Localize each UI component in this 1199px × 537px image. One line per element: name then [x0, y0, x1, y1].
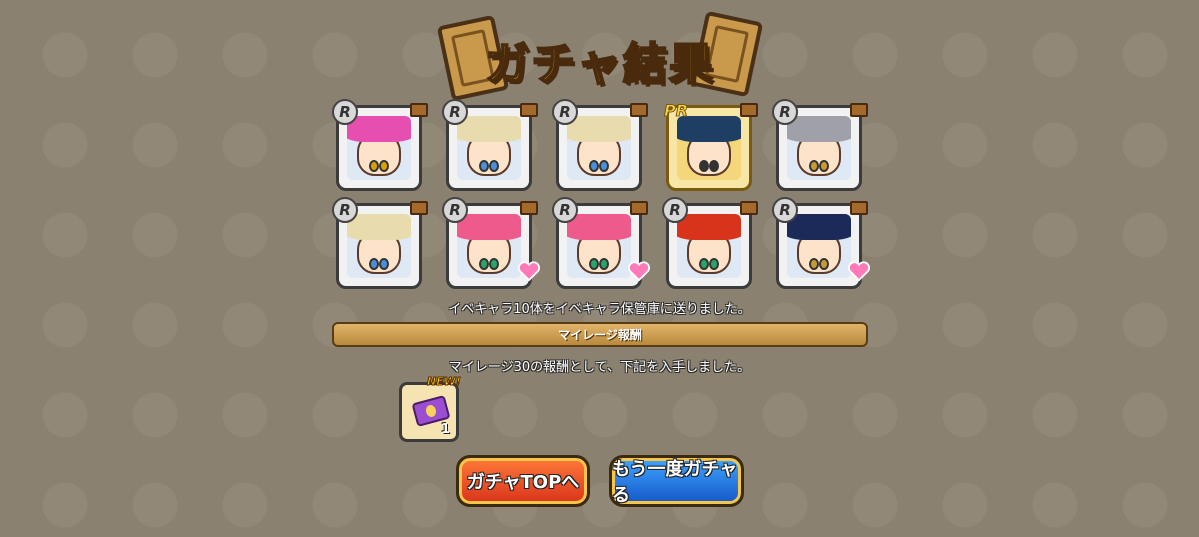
- item-count: 1: [441, 422, 451, 437]
- eye: [479, 160, 489, 172]
- character-portrait: [787, 116, 851, 180]
- eye: [379, 160, 389, 172]
- rarity-badge: R: [772, 99, 798, 125]
- result-card[interactable]: R: [442, 197, 540, 289]
- character-portrait: [787, 214, 851, 278]
- character-portrait: [457, 214, 521, 278]
- eye: [589, 258, 599, 270]
- rarity-badge: R: [442, 197, 468, 223]
- character-portrait: [567, 214, 631, 278]
- hair: [457, 116, 521, 142]
- chest-icon: [630, 201, 648, 215]
- gacha-again-button[interactable]: もう一度ガチャる: [609, 455, 744, 507]
- eye: [809, 160, 819, 172]
- result-card[interactable]: R: [442, 99, 538, 191]
- heart-icon: [628, 261, 650, 281]
- chest-icon: [740, 201, 758, 215]
- heart-icon: [848, 261, 870, 281]
- mileage-reward-band: マイレージ報酬: [332, 322, 868, 347]
- chest-icon: [410, 103, 428, 117]
- hair: [457, 214, 521, 240]
- rarity-badge: PR: [663, 100, 689, 120]
- character-portrait: [677, 116, 741, 180]
- heart-icon: [518, 261, 540, 281]
- gacha-result-title: ガチャ結果: [436, 10, 764, 102]
- result-card[interactable]: R: [552, 99, 648, 191]
- hair: [347, 116, 411, 142]
- eye: [379, 258, 389, 270]
- eye: [479, 258, 489, 270]
- eye: [809, 258, 819, 270]
- eye: [709, 160, 719, 172]
- rarity-badge: R: [332, 197, 358, 223]
- mileage-message: マイレージ30の報酬として、下記を入手しました。: [448, 360, 751, 375]
- character-portrait: [457, 116, 521, 180]
- chest-icon: [410, 201, 428, 215]
- rarity-badge: R: [772, 197, 798, 223]
- eye: [819, 258, 829, 270]
- eye: [699, 258, 709, 270]
- result-card[interactable]: R: [772, 99, 868, 191]
- new-badge: NEW!: [427, 375, 462, 389]
- eye: [599, 160, 609, 172]
- result-card[interactable]: R: [332, 197, 428, 289]
- result-card[interactable]: PR: [663, 100, 758, 191]
- result-card[interactable]: R: [662, 197, 758, 289]
- reward-item[interactable]: NEW! 1: [397, 375, 462, 442]
- hair: [567, 116, 631, 142]
- eye: [819, 160, 829, 172]
- chest-icon: [520, 103, 538, 117]
- eye: [709, 258, 719, 270]
- hair: [567, 214, 631, 240]
- gacha-top-button[interactable]: ガチャTOPへ: [456, 455, 590, 507]
- character-portrait: [347, 214, 411, 278]
- rarity-badge: R: [442, 99, 468, 125]
- chest-icon: [850, 201, 868, 215]
- sent-notice: イベキャラ10体をイベキャラ保管庫に送りました。: [448, 302, 751, 317]
- result-card[interactable]: R: [552, 197, 650, 289]
- hair: [787, 214, 851, 240]
- rarity-badge: R: [332, 99, 358, 125]
- mileage-heading: マイレージ報酬: [558, 328, 642, 342]
- chest-icon: [630, 103, 648, 117]
- eye: [489, 258, 499, 270]
- hair: [347, 214, 411, 240]
- chest-icon: [740, 103, 758, 117]
- eye: [489, 160, 499, 172]
- chest-icon: [520, 201, 538, 215]
- rarity-badge: R: [662, 197, 688, 223]
- character-portrait: [347, 116, 411, 180]
- eye: [699, 160, 709, 172]
- page-title: ガチャ結果: [484, 38, 715, 91]
- chest-icon: [850, 103, 868, 117]
- rarity-badge: R: [552, 99, 578, 125]
- result-card[interactable]: R: [772, 197, 870, 289]
- eye: [369, 258, 379, 270]
- eye: [369, 160, 379, 172]
- hair: [677, 214, 741, 240]
- rarity-badge: R: [552, 197, 578, 223]
- hair: [787, 116, 851, 142]
- eye: [589, 160, 599, 172]
- eye: [599, 258, 609, 270]
- character-portrait: [677, 214, 741, 278]
- result-card[interactable]: R: [332, 99, 428, 191]
- character-portrait: [567, 116, 631, 180]
